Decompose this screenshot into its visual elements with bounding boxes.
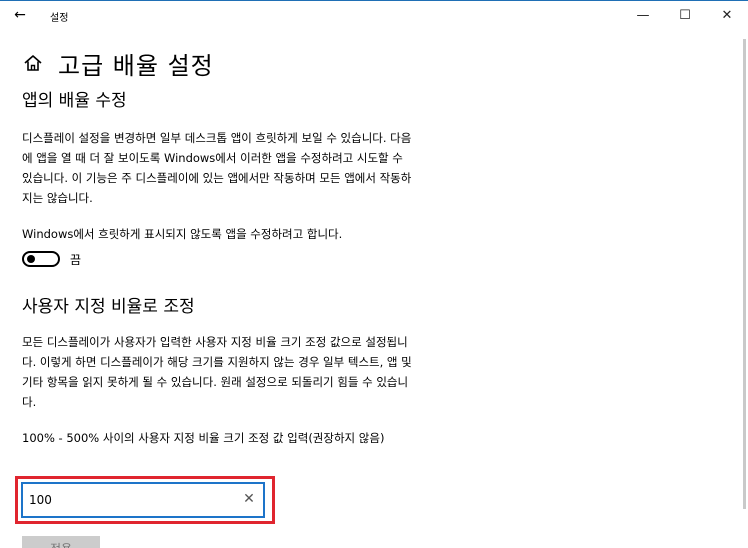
settings-window: ← 설정 — ☐ ✕ 고급 배율 설정 앱의 배율 수정 디스플레이 설정을 변…	[0, 0, 748, 548]
scrollbar[interactable]	[743, 39, 746, 509]
close-button[interactable]: ✕	[706, 1, 748, 29]
custom-scaling-input-label: 100% - 500% 사이의 사용자 지정 비율 크기 조정 값 입력(권장하…	[22, 431, 385, 445]
apply-button[interactable]: 적용	[22, 536, 100, 548]
fix-apps-toggle-row: 끔	[22, 248, 422, 270]
toggle-state-label: 끔	[70, 252, 82, 267]
fix-apps-toggle-prompt: Windows에서 흐릿하게 표시되지 않도록 앱을 수정하려고 합니다.	[22, 227, 343, 241]
custom-scaling-section-title: 사용자 지정 비율로 조정	[22, 297, 195, 317]
clear-icon[interactable]: ✕	[241, 491, 257, 507]
home-icon[interactable]	[22, 52, 44, 74]
scaling-input-box[interactable]: ✕	[21, 482, 265, 518]
app-title: 설정	[50, 13, 69, 24]
page-heading: 고급 배율 설정	[22, 43, 422, 83]
scaling-value-input[interactable]	[29, 484, 229, 516]
toggle-knob	[27, 255, 35, 263]
window-controls: — ☐ ✕	[622, 1, 748, 31]
custom-scaling-description: 모든 디스플레이가 사용자가 입력한 사용자 지정 비율 크기 조정 값으로 설…	[22, 335, 412, 409]
minimize-button[interactable]: —	[622, 1, 664, 29]
fix-apps-description: 디스플레이 설정을 변경하면 일부 데스크톱 앱이 흐릿하게 보일 수 있습니다…	[22, 131, 412, 205]
maximize-button[interactable]: ☐	[664, 1, 706, 29]
back-arrow-icon[interactable]: ←	[10, 5, 30, 25]
fix-apps-toggle[interactable]	[22, 251, 60, 267]
fix-apps-section-title: 앱의 배율 수정	[22, 91, 127, 111]
title-bar: ← 설정 — ☐ ✕	[0, 1, 748, 31]
settings-content: 고급 배율 설정 앱의 배율 수정 디스플레이 설정을 변경하면 일부 데스크톱…	[22, 43, 422, 448]
page-title: 고급 배율 설정	[58, 51, 214, 80]
